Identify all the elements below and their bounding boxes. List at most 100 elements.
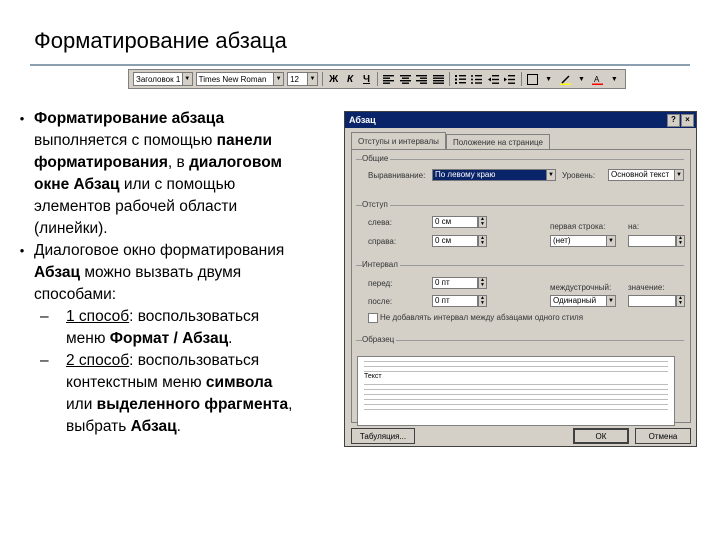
size-combo-value: 12	[290, 74, 300, 84]
tabs-button[interactable]: Табуляция...	[351, 428, 415, 444]
text-run: диалоговом	[189, 154, 282, 171]
toolbar-separator	[322, 72, 323, 86]
group-sample-label: Образец	[362, 335, 397, 344]
first-line-select[interactable]: (нет)	[550, 235, 608, 247]
text-run: можно вызвать двумя	[80, 264, 242, 281]
text-run: окне Абзац	[34, 176, 120, 193]
group-sample-line	[356, 340, 684, 341]
right-indent-spinner[interactable]: ▲ ▼	[478, 235, 487, 247]
text-run: выбрать	[66, 418, 131, 435]
font-combo-value: Times New Roman	[198, 74, 267, 84]
first-line-by-label: на:	[628, 222, 640, 231]
right-indent-label: справа:	[368, 237, 397, 246]
numbered-list-icon[interactable]	[454, 72, 467, 86]
text-line: элементов рабочей области	[34, 198, 238, 215]
space-before-input[interactable]: 0 пт	[432, 277, 478, 289]
dialog-titlebar: Абзац ? ×	[345, 112, 696, 128]
chevron-down-icon[interactable]: ▼	[546, 169, 556, 181]
space-after-spinner[interactable]: ▲ ▼	[478, 295, 487, 307]
preview-line	[364, 371, 668, 372]
highlight-icon[interactable]	[558, 72, 571, 86]
text-run: панели	[216, 132, 272, 149]
line-spacing-by-spinner[interactable]: ▲ ▼	[676, 295, 685, 307]
help-button[interactable]: ?	[667, 114, 680, 127]
line-spacing-by-label: значение:	[628, 283, 665, 292]
underline-button[interactable]: Ч	[360, 72, 373, 86]
left-indent-input[interactable]: 0 см	[432, 216, 478, 228]
cancel-button[interactable]: Отмена	[635, 428, 691, 444]
space-before-spinner[interactable]: ▲ ▼	[478, 277, 487, 289]
svg-text:A: A	[594, 75, 600, 84]
dialog-tabs: Отступы и интервалы Положение на страниц…	[351, 132, 550, 149]
bulleted-list-icon[interactable]	[470, 72, 483, 86]
tab-indents-spacing[interactable]: Отступы и интервалы	[351, 132, 446, 149]
text-line: Диалоговое окно форматирования	[34, 242, 285, 259]
first-line-by-input[interactable]	[628, 235, 676, 247]
align-left-icon[interactable]	[382, 72, 395, 86]
size-combo[interactable]: 12 ▼	[287, 72, 319, 86]
chevron-down-icon[interactable]: ▼	[608, 72, 621, 86]
sub-list-item: – 2 способ: воспользоваться контекстным …	[40, 350, 340, 438]
increase-indent-icon[interactable]	[503, 72, 516, 86]
chevron-down-icon[interactable]: ▼	[606, 295, 616, 307]
chevron-down-icon[interactable]: ▼	[542, 72, 555, 86]
close-button[interactable]: ×	[681, 114, 694, 127]
right-indent-input[interactable]: 0 см	[432, 235, 478, 247]
no-space-label: Не добавлять интервал между абзацами одн…	[380, 313, 584, 322]
text-run: символа	[205, 374, 273, 391]
outline-level-label: Уровень:	[562, 171, 596, 180]
font-combo[interactable]: Times New Roman ▼	[195, 72, 285, 86]
dash-icon: –	[40, 352, 49, 369]
preview-line	[364, 384, 668, 385]
chevron-down-icon[interactable]: ▼	[606, 235, 616, 247]
text-run: ,	[288, 396, 293, 413]
group-spacing-line	[356, 265, 684, 266]
left-indent-spinner[interactable]: ▲ ▼	[478, 216, 487, 228]
chevron-down-icon: ▼	[181, 73, 192, 85]
chevron-down-icon[interactable]: ▼	[674, 169, 684, 181]
preview-line	[364, 361, 668, 362]
title-divider	[30, 64, 690, 66]
list-item: • Диалоговое окно форматирования Абзац м…	[10, 240, 340, 306]
italic-button[interactable]: К	[343, 72, 356, 86]
space-after-input[interactable]: 0 пт	[432, 295, 478, 307]
ok-button[interactable]: ОК	[573, 428, 629, 444]
first-line-by-spinner[interactable]: ▲ ▼	[676, 235, 685, 247]
bullet-icon: •	[19, 243, 25, 258]
toolbar-separator	[377, 72, 379, 86]
bold-button[interactable]: Ж	[327, 72, 340, 86]
text-line: способами:	[34, 286, 117, 303]
decrease-indent-icon[interactable]	[487, 72, 500, 86]
text-run: 1 способ	[66, 308, 130, 325]
justify-icon[interactable]	[431, 72, 444, 86]
dash-icon: –	[40, 308, 49, 325]
style-combo-value: Заголовок 1	[136, 74, 181, 84]
space-before-label: перед:	[368, 279, 393, 288]
chevron-down-icon[interactable]: ▼	[575, 72, 588, 86]
line-spacing-by-input[interactable]	[628, 295, 676, 307]
text-run: форматирования	[34, 154, 168, 171]
no-space-checkbox[interactable]	[368, 313, 378, 323]
alignment-label: Выравнивание:	[368, 171, 426, 180]
group-spacing-label: Интервал	[362, 260, 400, 269]
list-item: • Форматирование абзаца выполняется с по…	[10, 108, 340, 240]
group-general-line	[356, 159, 684, 160]
line-spacing-select[interactable]: Одинарный	[550, 295, 608, 307]
text-run: Абзац	[130, 418, 177, 435]
toolbar-separator	[520, 72, 522, 86]
align-center-icon[interactable]	[399, 72, 412, 86]
style-combo[interactable]: Заголовок 1 ▼	[133, 72, 193, 86]
border-icon[interactable]	[525, 72, 538, 86]
sample-preview: Текст	[357, 356, 675, 426]
text-run: 2 способ	[66, 352, 130, 369]
tab-line-page-breaks[interactable]: Положение на странице	[445, 134, 550, 149]
text-run: выделенного фрагмента	[96, 396, 289, 413]
preview-line	[364, 399, 668, 400]
text-line: (линейки).	[34, 220, 108, 237]
font-color-icon[interactable]: A	[591, 72, 604, 86]
align-right-icon[interactable]	[415, 72, 428, 86]
preview-line	[364, 404, 668, 405]
outline-level-select[interactable]: Основной текст	[608, 169, 676, 181]
first-line-label: первая строка:	[550, 222, 606, 231]
alignment-select[interactable]: По левому краю	[432, 169, 548, 181]
